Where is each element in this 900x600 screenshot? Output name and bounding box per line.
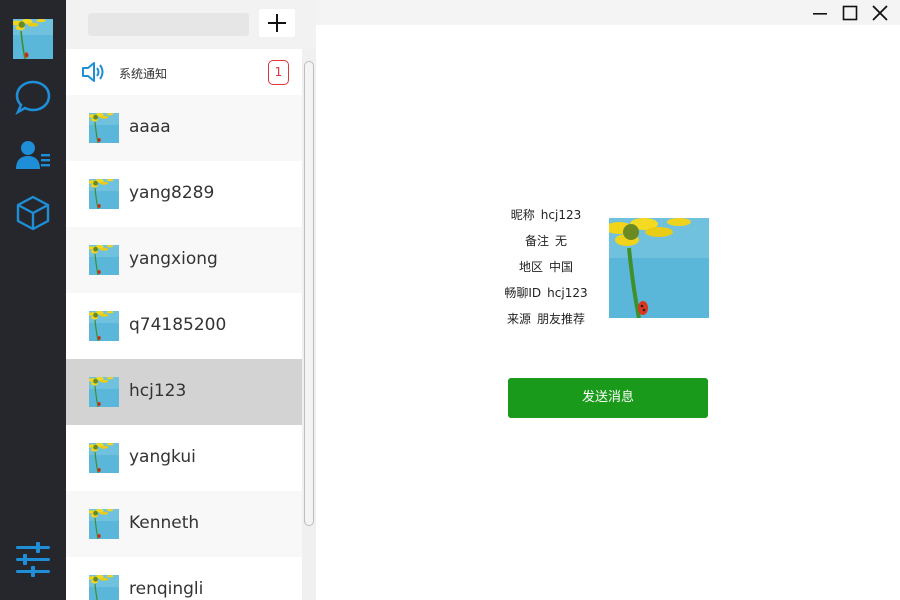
contact-item[interactable]: yangxiong: [66, 227, 302, 293]
send-message-button[interactable]: 发送消息: [508, 378, 708, 418]
contact-item[interactable]: q74185200: [66, 293, 302, 359]
chat-id-label: 畅聊ID: [504, 286, 542, 300]
profile-avatar: [609, 218, 709, 318]
speaker-icon: [82, 62, 104, 82]
nav-rail: [0, 0, 66, 600]
contact-name: aaaa: [129, 117, 171, 137]
contact-name: hcj123: [129, 381, 187, 401]
contact-avatar: [89, 311, 119, 341]
app-window: 系统通知 1 aaaa yang8289 yangxiong q74185200: [0, 0, 900, 600]
maximize-icon[interactable]: [841, 4, 859, 22]
contact-name: yangkui: [129, 447, 196, 467]
contact-item[interactable]: yang8289: [66, 161, 302, 227]
remark-label: 备注: [524, 234, 549, 248]
contact-name: yang8289: [129, 183, 215, 203]
contact-avatar: [89, 443, 119, 473]
search-input[interactable]: [88, 13, 249, 36]
contacts-icon[interactable]: [14, 137, 52, 175]
add-button[interactable]: [259, 9, 295, 37]
chat-id-row: 畅聊ID hcj123: [496, 284, 596, 310]
chat-id-value: hcj123: [547, 286, 588, 300]
region-label: 地区: [518, 260, 543, 274]
contact-avatar: [89, 113, 119, 143]
close-icon[interactable]: [871, 4, 889, 22]
settings-sliders-icon[interactable]: [14, 541, 52, 579]
source-label: 来源: [506, 312, 531, 326]
contact-avatar: [89, 377, 119, 407]
profile-pane: 昵称 hcj123 备注无 地区 中国 畅聊ID hcj123 来源 朋友推荐 发送消息: [316, 0, 900, 600]
remark-value: 无: [555, 234, 568, 248]
minimize-icon[interactable]: [811, 4, 829, 22]
region-row: 地区 中国: [496, 258, 596, 284]
contact-item[interactable]: Kenneth: [66, 491, 302, 557]
contact-name: Kenneth: [129, 513, 200, 533]
region-value: 中国: [549, 260, 574, 274]
scrollbar-thumb[interactable]: [304, 61, 314, 526]
title-bar: [316, 0, 900, 25]
contact-name: yangxiong: [129, 249, 218, 269]
remark-row: 备注无: [496, 232, 596, 258]
unread-count-badge: 1: [268, 60, 289, 85]
contact-list-panel: 系统通知 1 aaaa yang8289 yangxiong q74185200: [66, 0, 316, 600]
profile-info: 昵称 hcj123 备注无 地区 中国 畅聊ID hcj123 来源 朋友推荐: [496, 206, 596, 336]
contact-item-selected[interactable]: hcj123: [66, 359, 302, 425]
contact-item[interactable]: renqingli: [66, 557, 302, 600]
contact-avatar: [89, 179, 119, 209]
contact-avatar: [89, 575, 119, 600]
contact-item[interactable]: aaaa: [66, 95, 302, 161]
contact-list: aaaa yang8289 yangxiong q74185200 hcj123…: [66, 95, 302, 600]
cube-icon[interactable]: [14, 194, 52, 232]
nickname-value: hcj123: [540, 208, 582, 222]
contact-list-scrollbar[interactable]: [302, 49, 316, 600]
source-row: 来源 朋友推荐: [496, 310, 596, 336]
contact-name: renqingli: [129, 579, 204, 599]
contact-avatar: [89, 245, 119, 275]
chat-bubble-icon[interactable]: [14, 78, 52, 116]
contact-item[interactable]: yangkui: [66, 425, 302, 491]
nickname-row: 昵称 hcj123: [496, 206, 596, 232]
nickname-label: 昵称: [510, 208, 535, 222]
contact-avatar: [89, 509, 119, 539]
system-notice-label: 系统通知: [119, 67, 168, 81]
system-notice-row[interactable]: 系统通知 1: [66, 49, 302, 95]
source-value: 朋友推荐: [537, 312, 586, 326]
contact-name: q74185200: [129, 315, 227, 335]
user-avatar[interactable]: [13, 19, 53, 59]
